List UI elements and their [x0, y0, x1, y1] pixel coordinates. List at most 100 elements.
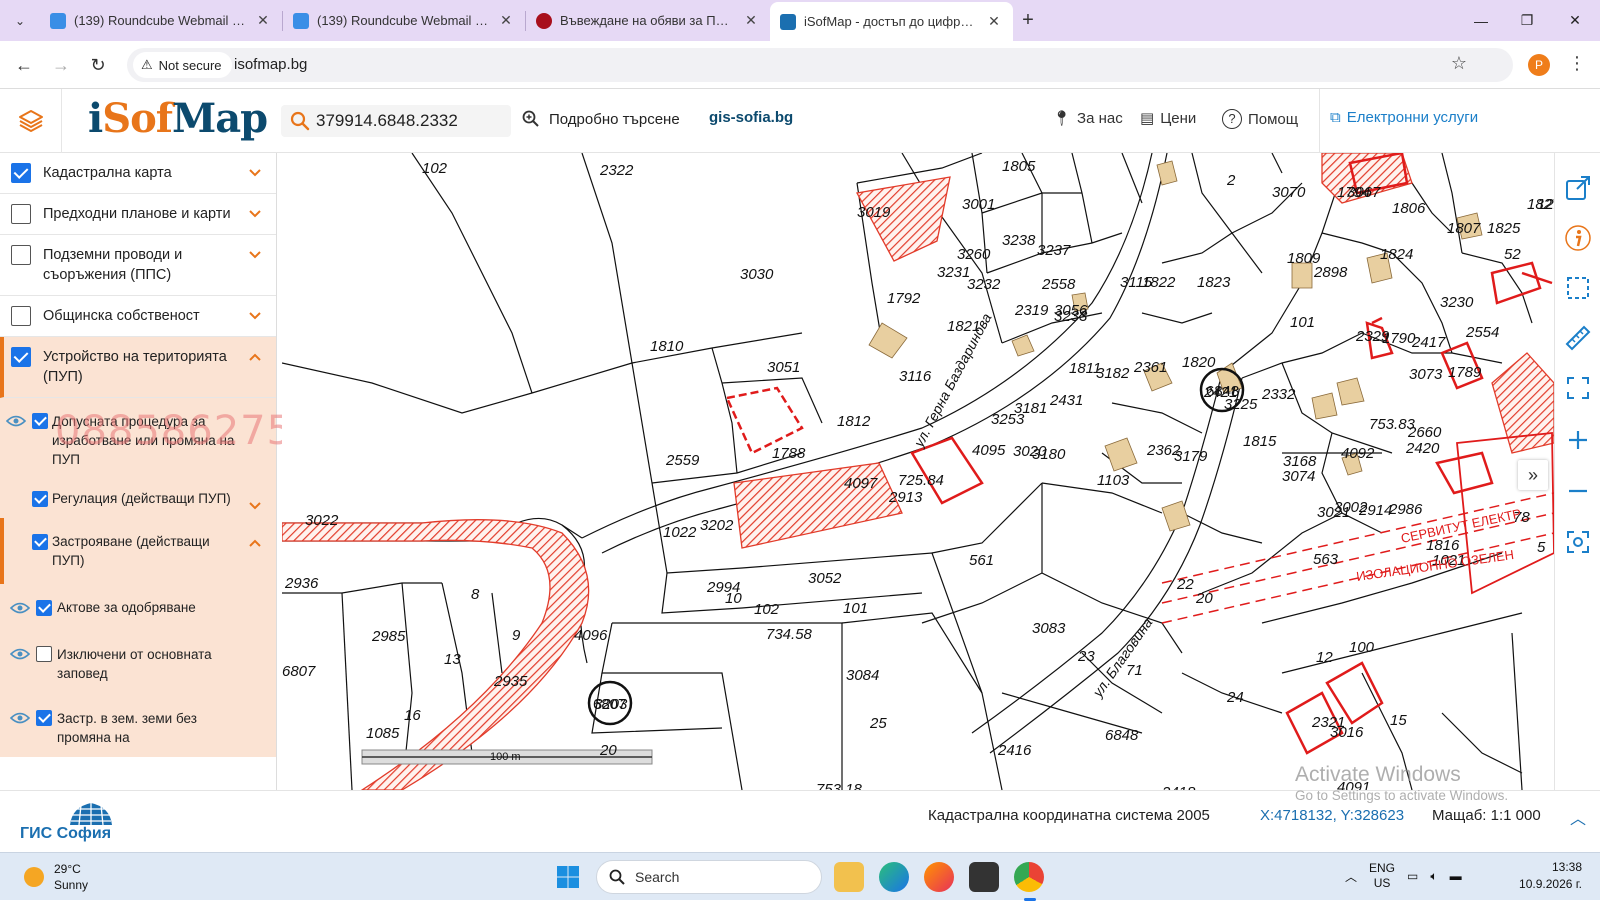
parcel-number[interactable]: 2431 [1049, 392, 1083, 409]
parcel-number[interactable]: 3067 [1347, 184, 1381, 201]
parcel-number[interactable]: 753.18 [816, 781, 863, 790]
parcel-number[interactable]: 3022 [305, 512, 339, 529]
chevron-down-icon[interactable] [248, 248, 262, 262]
parcel-number[interactable]: 20 [1195, 590, 1213, 607]
parcel-number[interactable]: 1085 [366, 725, 400, 742]
parcel-number[interactable]: 3070 [1272, 184, 1306, 201]
parcel-number[interactable]: 101 [843, 600, 868, 617]
parcel-number[interactable]: 1824 [1380, 246, 1413, 263]
weather-widget[interactable]: 29°C Sunny [24, 861, 88, 893]
edge-icon[interactable] [879, 862, 909, 892]
parcel-number[interactable]: 4095 [972, 442, 1006, 459]
parcel-number[interactable]: 1815 [1243, 433, 1277, 450]
layer-underground-utilities[interactable]: Подземни проводи и съоръжения (ППС) [0, 235, 276, 296]
parcel-number[interactable]: 734.58 [766, 626, 813, 643]
layer-checkbox[interactable] [11, 245, 31, 265]
parcel-number[interactable]: 2986 [1388, 501, 1423, 518]
security-chip[interactable]: ⚠ Not secure [133, 52, 232, 78]
parcel-number[interactable]: 1820 [1182, 354, 1216, 371]
new-tab-button[interactable]: + [1013, 9, 1043, 32]
layer-checkbox[interactable] [11, 347, 31, 367]
eye-icon[interactable] [10, 601, 30, 615]
close-window-icon[interactable]: ✕ [1552, 0, 1598, 41]
layer-municipal-property[interactable]: Общинска собственост [0, 296, 276, 337]
chevron-up-icon[interactable]: ︿ [1345, 868, 1357, 885]
parcel-number[interactable]: 2913 [888, 489, 923, 506]
network-icon[interactable]: ▭ [1407, 869, 1418, 883]
parcel-number[interactable]: 2936 [284, 575, 319, 592]
search-input[interactable]: 379914.6848.2332 [281, 105, 511, 137]
layer-previous-plans[interactable]: Предходни планове и карти [0, 194, 276, 235]
chevron-up-icon[interactable]: ︿ [1570, 805, 1586, 829]
parcel-number[interactable]: 2420 [1405, 440, 1440, 457]
parcel-number[interactable]: 2558 [1041, 276, 1076, 293]
parcel-number[interactable]: 2417 [1411, 334, 1446, 351]
chrome-icon[interactable] [1014, 862, 1044, 901]
parcel-number[interactable]: 102 [754, 601, 780, 618]
full-extent-button[interactable] [1563, 373, 1593, 403]
parcel-number[interactable]: 563 [1313, 551, 1339, 568]
volume-icon[interactable]: 🔈︎ [1430, 869, 1437, 884]
parcel-number[interactable]: 3202 [700, 517, 734, 534]
prices-link[interactable]: ▤ Цени [1140, 109, 1196, 128]
parcel-number[interactable]: 1812 [837, 413, 871, 430]
gis-sofia-link[interactable]: gis-sofia.bg [709, 109, 793, 126]
parcel-number[interactable]: 3083 [1032, 620, 1066, 637]
bookmark-star-icon[interactable]: ☆ [1451, 53, 1467, 74]
parcel-number[interactable]: 4096 [574, 627, 608, 644]
parcel-number[interactable]: 3179 [1174, 448, 1208, 465]
parcel-number[interactable]: 22 [1176, 576, 1194, 593]
taskbar-search[interactable]: Search [596, 860, 822, 894]
layer-checkbox[interactable] [11, 306, 31, 326]
parcel-number[interactable]: 52 [1504, 246, 1521, 263]
forward-button[interactable]: → [49, 53, 73, 77]
map-canvas[interactable]: 100 m 1022322180521827300117943070306718… [282, 153, 1554, 790]
parcel-number[interactable]: 725.84 [898, 472, 944, 489]
back-button[interactable]: ← [12, 53, 36, 77]
clock[interactable]: 13:38 10.9.2026 г. [1496, 859, 1582, 893]
parcel-number[interactable]: 1825 [1487, 220, 1521, 237]
advanced-search-link[interactable]: Подробно търсене [521, 109, 680, 129]
parcel-number[interactable]: 15 [1390, 712, 1407, 729]
sublayer-checkbox[interactable] [32, 491, 48, 507]
firefox-icon[interactable] [924, 862, 954, 892]
about-link[interactable]: 📍︎ За нас [1052, 109, 1123, 128]
parcel-number[interactable]: 23 [1077, 648, 1095, 665]
parcel-number[interactable]: 6807 [282, 663, 316, 680]
cadastral-map[interactable]: 100 m 1022322180521827300117943070306718… [282, 153, 1554, 790]
parcel-number[interactable]: 2361 [1133, 359, 1167, 376]
browser-tab-isofmap[interactable]: iSofMap - достъп до цифрови ✕ [770, 2, 1013, 41]
chevron-down-icon[interactable] [248, 499, 262, 513]
parcel-number[interactable]: 100 [1349, 639, 1375, 656]
parcel-number[interactable]: 2319 [1014, 302, 1049, 319]
sublayer-agricultural[interactable]: Застр. в зем. земи без промяна на [0, 693, 276, 757]
parcel-number[interactable]: 1788 [772, 445, 806, 462]
reload-button[interactable]: ↻ [86, 53, 110, 77]
parcel-number[interactable]: 2329 [1355, 328, 1390, 345]
parcel-number[interactable]: 1823 [1197, 274, 1231, 291]
help-link[interactable]: ? Помощ [1222, 109, 1298, 129]
layer-spatial-planning[interactable]: Устройство на територията (ПУП) [0, 337, 276, 398]
chevron-up-icon[interactable] [248, 350, 262, 364]
collapse-panel-button[interactable]: » [1518, 460, 1548, 490]
parcel-number[interactable]: 2322 [599, 162, 634, 179]
parcel-number[interactable]: 2985 [371, 628, 406, 645]
chevron-up-icon[interactable] [248, 536, 262, 550]
parcel-number[interactable]: 6848 [1105, 727, 1139, 744]
sublayer-regulation[interactable]: Регулация (действащи ПУП) [0, 479, 276, 518]
browser-tab-ads[interactable]: Въвеждане на обяви за Продажба ✕ [526, 0, 770, 41]
parcel-number[interactable]: 1806 [1392, 200, 1426, 217]
parcel-number[interactable]: 3001 [962, 196, 995, 213]
parcel-number[interactable]: 16 [404, 707, 421, 724]
parcel-number[interactable]: 561 [969, 552, 994, 569]
parcel-number[interactable]: 9 [512, 627, 521, 644]
parcel-number[interactable]: 8 [471, 586, 480, 603]
parcel-number[interactable]: 4092 [1341, 445, 1375, 462]
parcel-number[interactable]: 753.83 [1369, 416, 1416, 433]
battery-icon[interactable]: ▬ [1450, 869, 1462, 883]
minimize-icon[interactable]: — [1458, 0, 1504, 41]
browser-tab-roundcube-2[interactable]: (139) Roundcube Webmail :: Inbox ✕ [283, 0, 525, 41]
parcel-number[interactable]: 71 [1126, 662, 1143, 679]
parcel-number[interactable]: 2935 [493, 673, 528, 690]
share-link-button[interactable] [1563, 173, 1593, 203]
